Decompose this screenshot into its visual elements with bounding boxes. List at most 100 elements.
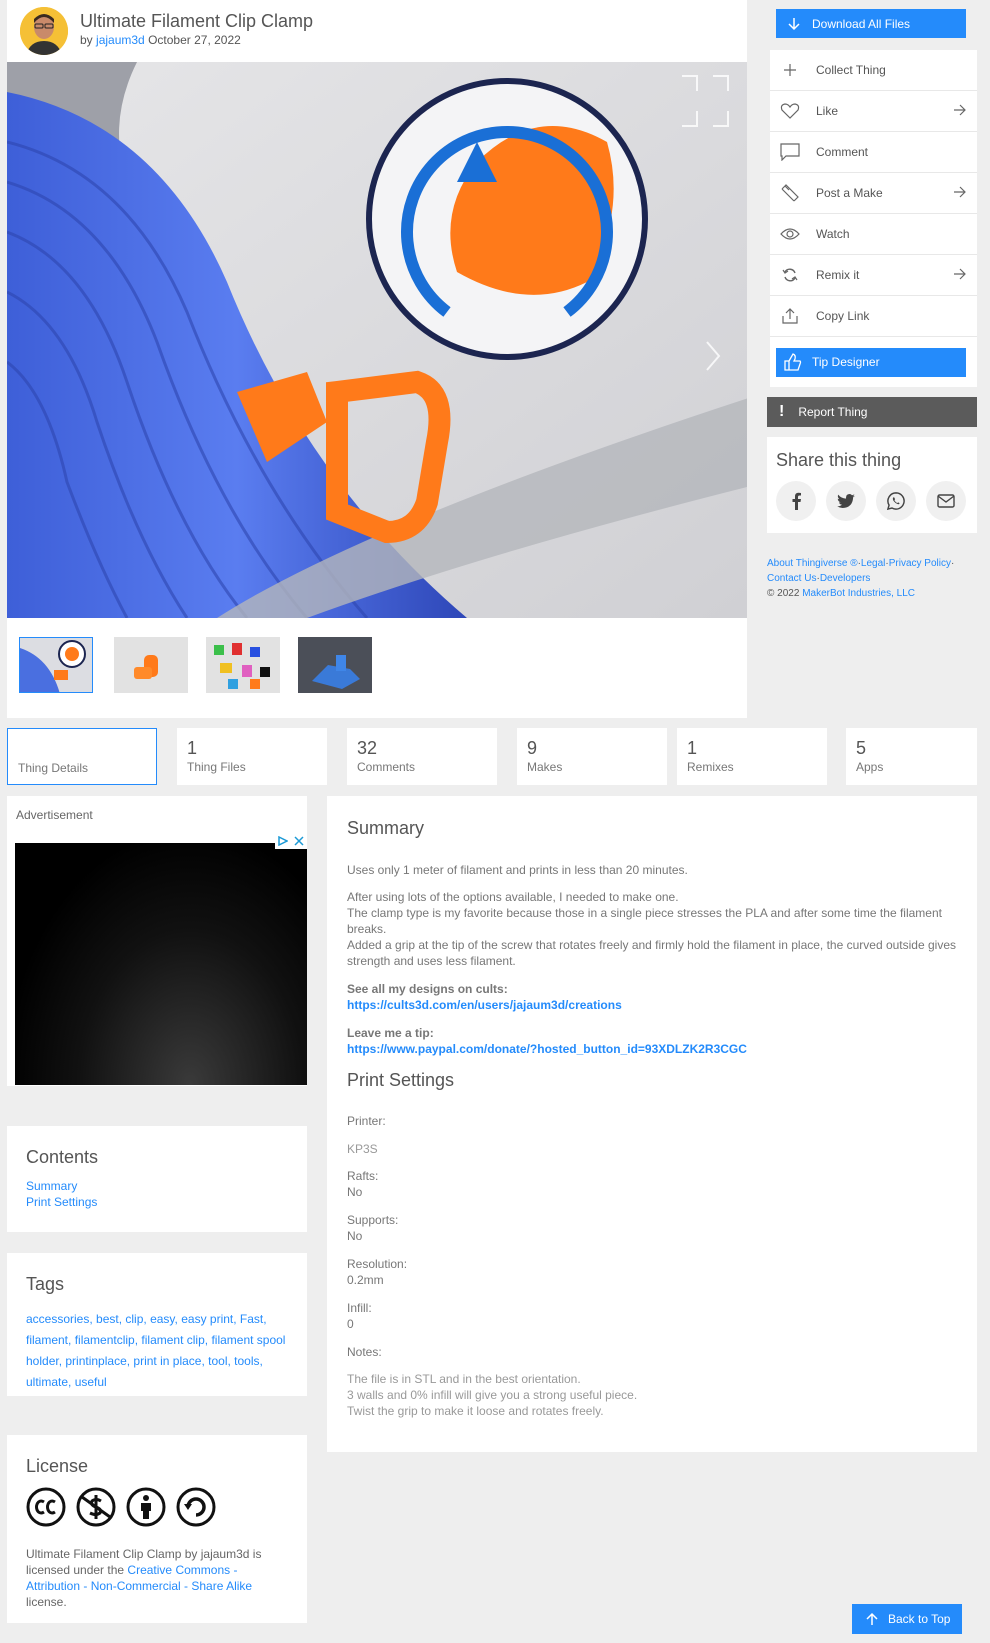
tab-apps[interactable]: 5 Apps bbox=[846, 728, 977, 785]
tag-link[interactable]: printinplace bbox=[65, 1354, 126, 1368]
post-make-button[interactable]: Post a Make bbox=[770, 173, 977, 214]
plus-icon bbox=[780, 60, 800, 80]
remix-button[interactable]: Remix it bbox=[770, 255, 977, 296]
tag-link[interactable]: filament clip bbox=[141, 1333, 204, 1347]
tab-makes[interactable]: 9 Makes bbox=[517, 728, 667, 785]
tag-link[interactable]: print in place bbox=[133, 1354, 201, 1368]
heart-icon bbox=[780, 101, 800, 121]
twitter-icon[interactable] bbox=[826, 481, 866, 521]
license-badges bbox=[26, 1487, 288, 1530]
watch-label: Watch bbox=[816, 227, 850, 241]
tag-link[interactable]: easy bbox=[150, 1312, 174, 1326]
like-label: Like bbox=[816, 104, 839, 118]
image-gallery bbox=[7, 62, 747, 718]
collect-label: Collect Thing bbox=[816, 63, 886, 77]
about-link[interactable]: About Thingiverse ® bbox=[767, 558, 858, 569]
exclamation-icon: ! bbox=[779, 403, 785, 420]
summary-title: Summary bbox=[347, 818, 425, 838]
legal-link[interactable]: Legal bbox=[861, 558, 885, 569]
tab-thing-details[interactable]: Thing Details bbox=[7, 728, 157, 785]
tag-link[interactable]: filamentclip bbox=[75, 1333, 135, 1347]
thumbnail-3[interactable] bbox=[206, 637, 280, 693]
copyright: © 2022 bbox=[767, 588, 800, 599]
supports-value: No bbox=[347, 1229, 363, 1243]
comment-label: Comment bbox=[816, 145, 869, 159]
share-alike-icon bbox=[176, 1487, 216, 1530]
tab-count: 1 bbox=[687, 738, 698, 758]
tag-link[interactable]: Fast bbox=[240, 1312, 263, 1326]
thumbnail-2[interactable] bbox=[114, 637, 188, 693]
contents-print-settings-link[interactable]: Print Settings bbox=[26, 1194, 288, 1210]
tab-count bbox=[18, 739, 146, 759]
tag-link[interactable]: tools bbox=[234, 1354, 259, 1368]
tip-label: Leave me a tip: bbox=[347, 1026, 434, 1040]
tab-label: Apps bbox=[856, 760, 884, 774]
tab-label: Comments bbox=[357, 760, 416, 774]
contents-card: Contents Summary Print Settings bbox=[7, 1126, 307, 1232]
contact-link[interactable]: Contact Us bbox=[767, 573, 816, 584]
whatsapp-icon[interactable] bbox=[876, 481, 916, 521]
back-to-top-button[interactable]: Back to Top bbox=[852, 1604, 962, 1634]
tag-link[interactable]: easy print bbox=[181, 1312, 233, 1326]
license-author: jajaum3d bbox=[200, 1547, 250, 1561]
download-all-button[interactable]: Download All Files bbox=[776, 9, 966, 38]
ad-video[interactable] bbox=[15, 835, 307, 1085]
note-1: The file is in STL and in the best orien… bbox=[347, 1372, 581, 1386]
contents-title: Contents bbox=[26, 1147, 99, 1167]
share-title: Share this thing bbox=[776, 450, 902, 470]
remix-label: Remix it bbox=[816, 268, 860, 282]
privacy-link[interactable]: Privacy Policy bbox=[889, 558, 951, 569]
advertisement-card: Advertisement bbox=[7, 796, 307, 1086]
tag-link[interactable]: accessories bbox=[26, 1312, 89, 1326]
infill-value: 0 bbox=[347, 1317, 354, 1331]
tag-link[interactable]: clip bbox=[125, 1312, 143, 1326]
tag-link[interactable]: ultimate bbox=[26, 1375, 68, 1389]
copy-link-button[interactable]: Copy Link bbox=[770, 296, 977, 337]
summary-p2b: The clamp type is my favorite because th… bbox=[347, 906, 942, 936]
publish-date: October 27, 2022 bbox=[148, 33, 241, 47]
tags-card: Tags accessories, best, clip, easy, easy… bbox=[7, 1253, 307, 1396]
tag-link[interactable]: best bbox=[96, 1312, 119, 1326]
email-icon[interactable] bbox=[926, 481, 966, 521]
ad-choices[interactable] bbox=[275, 835, 307, 849]
tab-comments[interactable]: 32 Comments bbox=[347, 728, 497, 785]
avatar[interactable] bbox=[20, 7, 68, 55]
cc-icon bbox=[26, 1487, 66, 1530]
summary-p1: Uses only 1 meter of filament and prints… bbox=[347, 863, 688, 877]
watch-button[interactable]: Watch bbox=[770, 214, 977, 255]
eye-icon bbox=[780, 224, 800, 244]
note-3: Twist the grip to make it loose and rota… bbox=[347, 1404, 604, 1418]
thumbnail-1[interactable] bbox=[19, 637, 93, 693]
tag-link[interactable]: tool bbox=[208, 1354, 227, 1368]
tags-title: Tags bbox=[26, 1274, 65, 1294]
rafts-value: No bbox=[347, 1185, 363, 1199]
thumbnail-4[interactable] bbox=[298, 637, 372, 693]
print-settings-title: Print Settings bbox=[347, 1070, 455, 1090]
collect-thing-button[interactable]: Collect Thing bbox=[770, 50, 977, 91]
facebook-icon[interactable] bbox=[776, 481, 816, 521]
report-thing-button[interactable]: ! Report Thing bbox=[767, 397, 977, 427]
contents-summary-link[interactable]: Summary bbox=[26, 1178, 288, 1194]
tab-thing-files[interactable]: 1 Thing Files bbox=[177, 728, 327, 785]
paypal-link[interactable]: https://www.paypal.com/donate/?hosted_bu… bbox=[347, 1041, 957, 1057]
tab-count: 5 bbox=[856, 738, 867, 758]
comment-button[interactable]: Comment bbox=[770, 132, 977, 173]
tab-count: 32 bbox=[357, 738, 378, 758]
attribution-icon bbox=[126, 1487, 166, 1530]
tab-remixes[interactable]: 1 Remixes bbox=[677, 728, 827, 785]
tag-link[interactable]: filament bbox=[26, 1333, 68, 1347]
non-commercial-icon bbox=[76, 1487, 116, 1530]
developers-link[interactable]: Developers bbox=[820, 573, 871, 584]
license-thing-name: Ultimate Filament Clip Clamp bbox=[26, 1547, 182, 1561]
cults-link[interactable]: https://cults3d.com/en/users/jajaum3d/cr… bbox=[347, 997, 957, 1013]
resolution-label: Resolution: bbox=[347, 1257, 408, 1271]
arrow-right-icon bbox=[953, 267, 967, 284]
tag-link[interactable]: useful bbox=[75, 1375, 107, 1389]
tip-label: Tip Designer bbox=[812, 355, 880, 369]
like-button[interactable]: Like bbox=[770, 91, 977, 132]
company-link[interactable]: MakerBot Industries, LLC bbox=[802, 588, 915, 599]
ad-close-icon[interactable] bbox=[294, 835, 304, 849]
main-image[interactable] bbox=[7, 62, 747, 618]
author-link[interactable]: jajaum3d bbox=[96, 33, 145, 47]
tip-designer-button[interactable]: Tip Designer bbox=[776, 347, 966, 377]
